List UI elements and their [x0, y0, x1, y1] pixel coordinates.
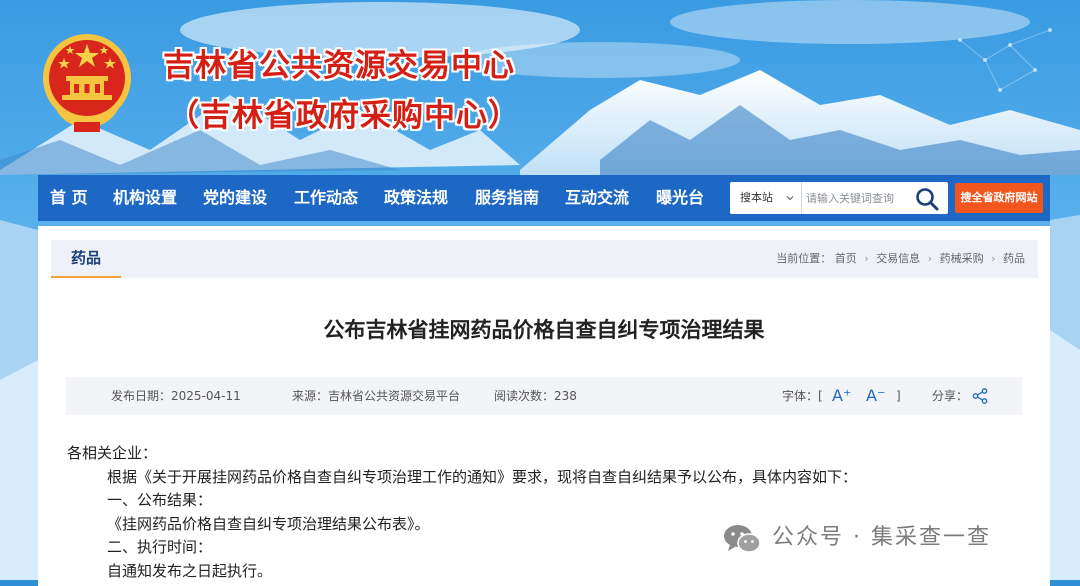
- section-header: 药品 当前位置： 首页 › 交易信息 › 药械采购 › 药品: [51, 240, 1038, 278]
- nav-item-policies[interactable]: 政策法规: [384, 175, 448, 221]
- breadcrumb-drugs[interactable]: 药品: [1003, 252, 1025, 265]
- main-nav: 首 页 机构设置 党的建设 工作动态 政策法规 服务指南 互动交流 曝光台 搜本…: [38, 175, 1050, 221]
- article-title: 公布吉林省挂网药品价格自查自纠专项治理结果: [323, 318, 765, 342]
- gov-search-button[interactable]: 搜全省政府网站: [955, 183, 1043, 213]
- share-icon[interactable]: [972, 388, 988, 404]
- font-size-label: 字体：[: [782, 389, 823, 403]
- breadcrumb-separator: ›: [927, 252, 933, 265]
- search-scope-select[interactable]: 搜本站: [730, 182, 802, 214]
- body-heading: 一、公布结果：: [107, 491, 213, 509]
- nav-item-home[interactable]: 首 页: [50, 175, 88, 221]
- nav-item-interaction[interactable]: 互动交流: [565, 175, 629, 221]
- article-body: 各相关企业： 根据《关于开展挂网药品价格自查自纠专项治理工作的通知》要求，现将自…: [67, 442, 1007, 583]
- breadcrumb-separator: ›: [864, 252, 869, 265]
- view-count: 阅读次数：238: [494, 389, 577, 403]
- body-paragraph: 自通知发布之日起执行。: [107, 561, 273, 580]
- breadcrumb-prefix: 当前位置：: [776, 252, 832, 265]
- site-subtitle: （吉林省政府采购中心）: [168, 98, 520, 134]
- breadcrumb-trade-info[interactable]: 交易信息: [876, 252, 920, 265]
- nav-item-organization[interactable]: 机构设置: [113, 175, 177, 221]
- breadcrumb-medical-procurement[interactable]: 药械采购: [940, 252, 984, 265]
- nav-item-service-guide[interactable]: 服务指南: [475, 175, 539, 221]
- font-size-close: ]: [896, 389, 901, 403]
- chevron-down-icon: [786, 196, 794, 201]
- font-decrease-button[interactable]: A⁻: [866, 377, 885, 415]
- nav-item-party-building[interactable]: 党的建设: [203, 175, 267, 221]
- body-paragraph: 根据《关于开展挂网药品价格自查自纠专项治理工作的通知》要求，现将自查自纠结果予以…: [107, 467, 858, 486]
- article-meta: 发布日期：2025-04-11 来源：吉林省公共资源交易平台 阅读次数：238 …: [66, 377, 1022, 415]
- body-greeting: 各相关企业：: [67, 444, 158, 462]
- breadcrumb: 当前位置： 首页 › 交易信息 › 药械采购 › 药品: [776, 240, 1025, 278]
- search-input[interactable]: [806, 187, 910, 209]
- article-source: 来源：吉林省公共资源交易平台: [292, 389, 461, 403]
- share-label: 分享：: [932, 389, 969, 403]
- breadcrumb-separator: ›: [991, 252, 996, 265]
- national-emblem-icon: [43, 34, 131, 132]
- search-scope-label: 搜本站: [740, 191, 773, 204]
- watermark-text: 公众号 · 集采查一查: [772, 525, 991, 550]
- wechat-icon: [724, 525, 761, 553]
- nav-item-exposure[interactable]: 曝光台: [656, 175, 704, 221]
- breadcrumb-home[interactable]: 首页: [835, 252, 857, 265]
- nav-item-news[interactable]: 工作动态: [294, 175, 358, 221]
- search-box: 搜本站: [730, 182, 948, 214]
- site-title: 吉林省公共资源交易中心: [163, 48, 515, 84]
- publish-date: 发布日期：2025-04-11: [111, 389, 241, 403]
- font-increase-button[interactable]: A⁺: [832, 377, 851, 415]
- search-icon[interactable]: [914, 186, 940, 212]
- section-tab[interactable]: 药品: [51, 240, 122, 278]
